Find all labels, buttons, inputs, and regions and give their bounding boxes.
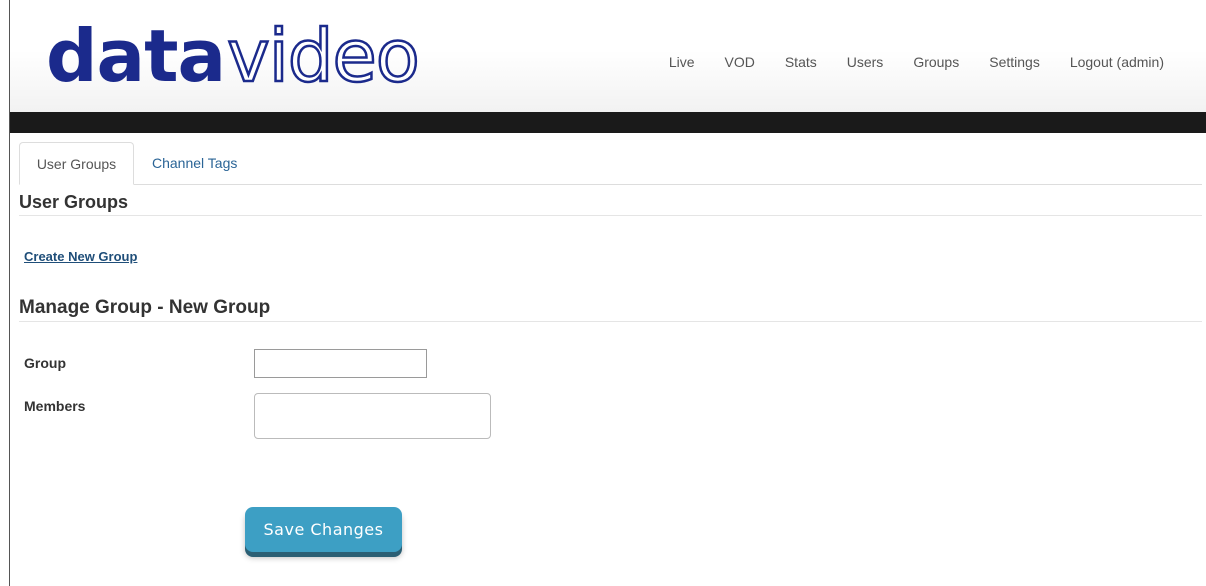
page: data video Live VOD Stats Users Groups S… (0, 0, 1206, 586)
nav-vod[interactable]: VOD (710, 52, 770, 72)
tab-user-groups[interactable]: User Groups (19, 142, 134, 185)
nav-live[interactable]: Live (654, 52, 710, 72)
create-new-group-link[interactable]: Create New Group (24, 249, 137, 264)
nav-stats[interactable]: Stats (770, 52, 832, 72)
tab-bar: User Groups Channel Tags (19, 142, 1202, 185)
datavideo-logo[interactable]: data video (46, 14, 421, 98)
nav-logout[interactable]: Logout (admin) (1055, 52, 1164, 72)
nav-groups[interactable]: Groups (898, 52, 974, 72)
header-divider-bar (10, 112, 1206, 133)
header: data video Live VOD Stats Users Groups S… (10, 0, 1206, 112)
members-input[interactable] (254, 393, 491, 439)
group-input[interactable] (254, 349, 427, 378)
members-label: Members (24, 398, 86, 414)
user-groups-heading: User Groups (19, 190, 1202, 216)
logo-text-data: data (46, 14, 226, 98)
save-changes-button[interactable]: Save Changes (245, 507, 402, 552)
tab-channel-tags[interactable]: Channel Tags (152, 142, 237, 184)
nav-settings[interactable]: Settings (974, 52, 1055, 72)
manage-group-heading: Manage Group - New Group (19, 295, 1202, 322)
top-nav: Live VOD Stats Users Groups Settings Log… (654, 52, 1164, 72)
nav-users[interactable]: Users (832, 52, 899, 72)
group-label: Group (24, 355, 66, 371)
logo-text-video: video (226, 14, 421, 98)
